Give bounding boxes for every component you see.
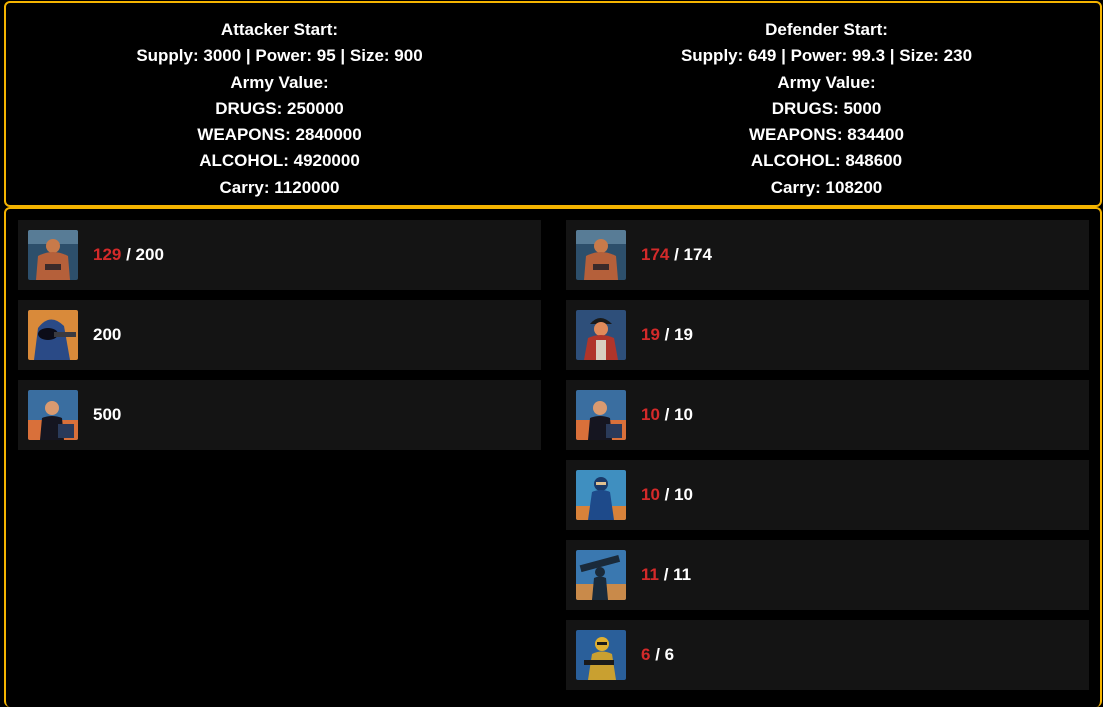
unit-remaining: 174 xyxy=(641,245,670,264)
attacker-unit-row: 200 xyxy=(18,300,541,370)
hooded-gunman-portrait-icon xyxy=(28,310,78,360)
defender-drugs: DRUGS: 5000 xyxy=(771,98,882,118)
chef-portrait-icon xyxy=(576,310,626,360)
unit-count: 19 / 19 xyxy=(641,325,693,345)
unit-separator: / xyxy=(658,565,674,584)
attacker-start-stats: Attacker Start: Supply: 3000 | Power: 95… xyxy=(6,3,553,205)
defender-unit-row: 174 / 174 xyxy=(566,220,1089,290)
bruiser-portrait-icon xyxy=(576,230,626,280)
defender-unit-list: 174 / 174 19 / 19 10 / 10 10 / 10 11 / 11 6 /… xyxy=(566,220,1089,700)
unit-separator: / xyxy=(669,245,684,264)
unit-count: 10 / 10 xyxy=(641,485,693,505)
soldier-launcher-portrait-icon xyxy=(576,550,626,600)
unit-remaining: 19 xyxy=(641,325,660,344)
unit-count: 129 / 200 xyxy=(93,245,164,265)
unit-total: 500 xyxy=(93,405,122,424)
unit-total: 200 xyxy=(135,245,164,264)
unit-total: 6 xyxy=(664,645,675,664)
bruiser-portrait-icon xyxy=(28,230,78,280)
unit-total: 10 xyxy=(674,405,694,424)
unit-separator: / xyxy=(659,405,675,424)
attacker-unit-row: 129 / 200 xyxy=(18,220,541,290)
unit-count: 500 xyxy=(93,405,121,425)
unit-count: 200 xyxy=(93,325,121,345)
suited-man-portrait-icon xyxy=(28,390,78,440)
attacker-army-value-label: Army Value: xyxy=(230,72,329,92)
battle-summary-panel: Attacker Start: Supply: 3000 | Power: 95… xyxy=(4,1,1102,207)
defender-alcohol: ALCOHOL: 848600 xyxy=(750,151,903,171)
defender-stats-line: Supply: 649 | Power: 99.3 | Size: 230 xyxy=(680,46,973,66)
unit-remaining: 129 xyxy=(93,245,122,264)
unit-total: 11 xyxy=(673,565,692,584)
unit-total: 174 xyxy=(683,245,712,264)
attacker-drugs: DRUGS: 250000 xyxy=(215,98,344,118)
unit-separator: / xyxy=(659,325,675,344)
unit-remaining: 11 xyxy=(641,565,659,584)
unit-remaining: 10 xyxy=(641,485,660,504)
defender-unit-row: 10 / 10 xyxy=(566,380,1089,450)
unit-count: 11 / 11 xyxy=(641,565,691,585)
unit-separator: / xyxy=(659,485,675,504)
defender-title: Defender Start: xyxy=(765,20,888,39)
defender-unit-row: 10 / 10 xyxy=(566,460,1089,530)
attacker-unit-row: 500 xyxy=(18,380,541,450)
unit-count: 10 / 10 xyxy=(641,405,693,425)
unit-count: 174 / 174 xyxy=(641,245,712,265)
suited-man-portrait-icon xyxy=(576,390,626,440)
attacker-weapons: WEAPONS: 2840000 xyxy=(197,125,362,145)
defender-weapons: WEAPONS: 834400 xyxy=(749,125,904,145)
unit-remaining: 10 xyxy=(641,405,660,424)
armored-soldier-portrait-icon xyxy=(576,630,626,680)
defender-army-value-label: Army Value: xyxy=(777,72,876,92)
ninja-portrait-icon xyxy=(576,470,626,520)
attacker-alcohol: ALCOHOL: 4920000 xyxy=(199,151,360,171)
defender-carry: Carry: 108200 xyxy=(770,177,883,197)
attacker-carry: Carry: 1120000 xyxy=(219,177,340,197)
attacker-unit-list: 129 / 200 200 500 xyxy=(18,220,541,460)
defender-start-stats: Defender Start: Supply: 649 | Power: 99.… xyxy=(553,3,1100,205)
unit-separator: / xyxy=(650,645,665,664)
defender-unit-row: 19 / 19 xyxy=(566,300,1089,370)
attacker-stats-line: Supply: 3000 | Power: 95 | Size: 900 xyxy=(136,46,423,66)
defender-unit-row: 11 / 11 xyxy=(566,540,1089,610)
unit-count: 6 / 6 xyxy=(641,645,674,665)
battle-units-panel: 129 / 200 200 500 174 / 174 19 / 19 10 / 10 1… xyxy=(4,207,1102,707)
unit-total: 10 xyxy=(674,485,694,504)
unit-total: 19 xyxy=(674,325,694,344)
unit-total: 200 xyxy=(93,325,122,344)
unit-separator: / xyxy=(121,245,136,264)
defender-unit-row: 6 / 6 xyxy=(566,620,1089,690)
attacker-title: Attacker Start: xyxy=(220,20,339,39)
